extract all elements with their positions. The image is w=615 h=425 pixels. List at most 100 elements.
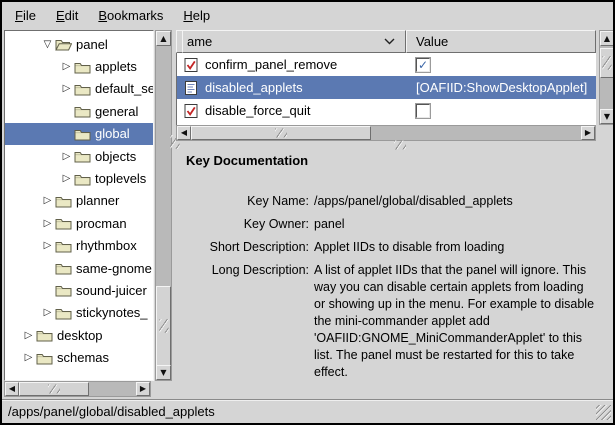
gconf-editor-window: File Edit Bookmarks Help ▽ panel ▷: [0, 0, 615, 425]
tree-horizontal-scrollbar[interactable]: ◀ ▶: [4, 381, 151, 397]
tree-row[interactable]: ▷ procman: [5, 212, 153, 234]
expander-icon[interactable]: ▷: [40, 195, 55, 206]
scroll-right-button[interactable]: ▶: [136, 382, 150, 396]
tree-row[interactable]: ▷ stickynotes_: [5, 302, 153, 324]
value-checkbox[interactable]: ✓: [416, 58, 430, 72]
menubar-item-label: Edit: [56, 8, 78, 23]
folder-icon: [55, 306, 72, 320]
expander-icon[interactable]: ▷: [59, 173, 74, 184]
expander-icon[interactable]: ▷: [40, 307, 55, 318]
expander-icon[interactable]: ▷: [21, 330, 36, 341]
tree-row[interactable]: general: [5, 100, 153, 122]
arrow-down-icon: ▼: [160, 369, 166, 377]
scroll-left-button[interactable]: ◀: [5, 382, 19, 396]
folder-icon: [74, 82, 91, 96]
arrow-up-icon: ▲: [604, 35, 610, 43]
table-row[interactable]: confirm_panel_remove ✓: [177, 53, 596, 76]
tree-row[interactable]: ▷ schemas: [5, 346, 153, 368]
doc-field-value: panel: [314, 216, 345, 233]
list-horizontal-scrollbar[interactable]: ◀ ▶: [176, 125, 596, 141]
scroll-down-button[interactable]: ▼: [156, 365, 171, 380]
menubar-item-label: Help: [183, 8, 210, 23]
table-row[interactable]: disable_force_quit: [177, 99, 596, 122]
thumb-grip: [603, 56, 612, 70]
doc-field-value: Applet IIDs to disable from loading: [314, 239, 504, 256]
list-vertical-scrollbar[interactable]: ▲ ▼: [599, 30, 615, 125]
scroll-up-button[interactable]: ▲: [600, 31, 614, 46]
doc-field-label: Key Name:: [176, 193, 309, 210]
tree-row-label: general: [95, 104, 138, 119]
value-checkbox[interactable]: [416, 104, 430, 118]
tree-row-label: default_se: [95, 81, 154, 96]
arrow-right-icon: ▶: [585, 129, 591, 137]
expander-icon[interactable]: ▷: [40, 240, 55, 251]
arrow-left-icon: ◀: [9, 385, 15, 393]
tree-row[interactable]: ▽ panel: [5, 33, 153, 55]
tree-row[interactable]: ▷ planner: [5, 190, 153, 212]
key-name-cell: disabled_applets: [205, 80, 406, 95]
doc-field-label: Short Description:: [176, 239, 309, 256]
doc-field: Long Description: A list of applet IIDs …: [176, 262, 613, 381]
folder-icon: [36, 328, 53, 342]
scroll-down-button[interactable]: ▼: [600, 109, 614, 124]
tree-row[interactable]: ▷ default_se: [5, 78, 153, 100]
tree-row[interactable]: ▷ rhythmbox: [5, 235, 153, 257]
scrollbar-thumb[interactable]: [156, 286, 171, 366]
resize-grip-icon[interactable]: [596, 405, 611, 420]
doc-field-value: A list of applet IIDs that the panel wil…: [314, 262, 594, 381]
folder-icon: [55, 239, 72, 253]
tree-row[interactable]: sound-juicer: [5, 279, 153, 301]
doc-panel-title: Key Documentation: [176, 148, 613, 168]
tree-row[interactable]: same-gnome: [5, 257, 153, 279]
scroll-left-button[interactable]: ◀: [177, 126, 191, 140]
scrollbar-thumb[interactable]: [19, 382, 89, 396]
column-header-name[interactable]: ame: [182, 30, 406, 53]
table-row[interactable]: disabled_applets [OAFIID:ShowDesktopAppl…: [177, 76, 596, 99]
expander-icon[interactable]: ▽: [40, 39, 55, 50]
doc-fields: Key Name: /apps/panel/global/disabled_ap…: [176, 193, 613, 381]
folder-icon: [74, 172, 91, 186]
tree-row[interactable]: global: [5, 123, 153, 145]
tree-row[interactable]: ▷ toplevels: [5, 167, 153, 189]
statusbar-text: /apps/panel/global/disabled_applets: [8, 404, 215, 419]
doc-field: Short Description: Applet IIDs to disabl…: [176, 239, 613, 256]
tree-row-label: panel: [76, 37, 108, 52]
expander-icon[interactable]: ▷: [59, 61, 74, 72]
horizontal-pane-splitter[interactable]: [176, 141, 613, 148]
expander-icon[interactable]: ▷: [59, 151, 74, 162]
menubar-item[interactable]: Edit: [46, 5, 88, 26]
list-key-icon: [184, 80, 198, 96]
key-list[interactable]: confirm_panel_remove ✓ disabled_applets …: [176, 53, 596, 125]
tree-row[interactable]: ▷ applets: [5, 55, 153, 77]
boolean-key-icon: [184, 57, 198, 73]
boolean-key-icon: [184, 103, 198, 119]
expander-icon[interactable]: ▷: [59, 83, 74, 94]
expander-icon[interactable]: ▷: [21, 352, 36, 363]
folder-icon: [55, 194, 72, 208]
menubar-item-label: File: [15, 8, 36, 23]
menubar-item[interactable]: File: [5, 5, 46, 26]
tree-row[interactable]: ▷ objects: [5, 145, 153, 167]
arrow-right-icon: ▶: [140, 385, 146, 393]
scroll-up-button[interactable]: ▲: [156, 31, 171, 46]
key-value-cell: [OAFIID:ShowDesktopApplet]: [406, 80, 596, 95]
expander-icon[interactable]: ▷: [40, 218, 55, 229]
tree-row[interactable]: ▷ desktop: [5, 324, 153, 346]
tree-row-label: desktop: [57, 328, 103, 343]
column-header-value[interactable]: Value: [406, 30, 596, 53]
scrollbar-thumb[interactable]: [600, 48, 614, 78]
tree-row-label: stickynotes_: [76, 305, 148, 320]
doc-field-label: Long Description:: [176, 262, 309, 381]
doc-field-label: Key Owner:: [176, 216, 309, 233]
tree-vertical-scrollbar[interactable]: ▲ ▼: [155, 30, 172, 381]
menubar-item[interactable]: Bookmarks: [88, 5, 173, 26]
tree-row-label: procman: [76, 216, 127, 231]
arrow-down-icon: ▼: [604, 113, 610, 121]
key-name-cell: disable_force_quit: [205, 103, 406, 118]
folder-icon: [74, 60, 91, 74]
menubar-item[interactable]: Help: [173, 5, 220, 26]
scrollbar-thumb[interactable]: [191, 126, 371, 140]
scroll-right-button[interactable]: ▶: [581, 126, 595, 140]
folder-icon: [55, 283, 72, 297]
tree-view[interactable]: ▽ panel ▷ applets ▷: [4, 30, 154, 381]
